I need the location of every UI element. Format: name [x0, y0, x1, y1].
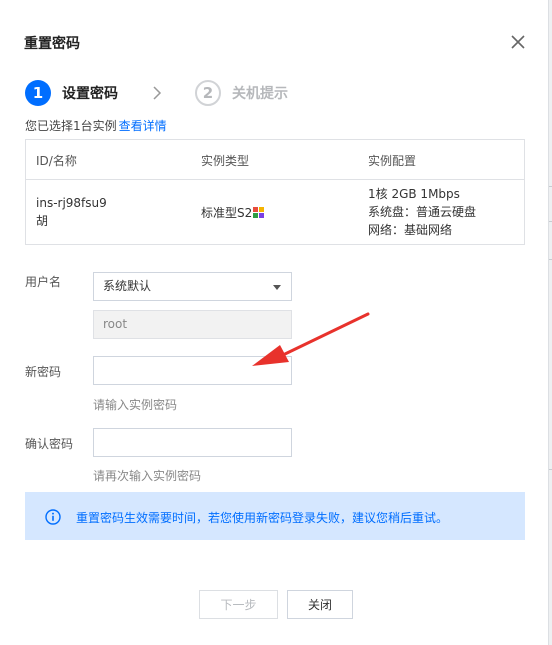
config-disk: 系统盘：普通云硬盘 [368, 205, 477, 219]
username-field: root [93, 310, 292, 339]
instance-table: ID/名称 实例类型 实例配置 ins-rj98fsu9 胡 标准型S2 1核 … [25, 139, 525, 245]
confirm-password-label: 确认密码 [25, 437, 74, 451]
close-button[interactable]: 关闭 [287, 590, 353, 619]
config-network: 网络：基础网络 [368, 223, 453, 237]
username-select[interactable]: 系统默认 [93, 272, 292, 301]
dialog-title: 重置密码 [24, 36, 80, 52]
step-number: 2 [195, 80, 221, 106]
step-label: 设置密码 [62, 86, 118, 102]
username-select-value: 系统默认 [103, 279, 152, 293]
confirm-password-hint: 请再次输入实例密码 [93, 469, 202, 483]
selection-summary: 您已选择1台实例 查看详情 [25, 117, 167, 134]
column-header-config: 实例配置 [368, 154, 417, 168]
instance-type-cell: 标准型S2 [201, 204, 265, 222]
chevron-right-icon [153, 86, 162, 100]
step-number: 1 [25, 80, 51, 106]
new-password-label: 新密码 [25, 365, 62, 379]
instance-type: 标准型S2 [201, 206, 253, 220]
info-notice: 重置密码生效需要时间，若您使用新密码登录失败，建议您稍后重试。 [25, 492, 525, 540]
info-circle-icon [45, 509, 61, 525]
column-header-type: 实例类型 [201, 154, 250, 168]
background-page-edge [548, 0, 552, 645]
caret-down-icon [273, 285, 281, 290]
next-step-button[interactable]: 下一步 [199, 590, 278, 619]
colorful-badge-icon [253, 207, 265, 218]
new-password-hint: 请输入实例密码 [93, 398, 178, 412]
step-set-password: 1 设置密码 [25, 80, 118, 106]
instance-config-cell: 1核 2GB 1Mbps 系统盘：普通云硬盘 网络：基础网络 [368, 185, 476, 239]
column-header-id: ID/名称 [36, 154, 77, 168]
new-password-input[interactable] [93, 356, 292, 385]
selection-text: 您已选择1台实例 [25, 119, 117, 133]
reset-password-dialog: 重置密码 1 设置密码 2 关机提示 您已选择1台实例 查看详情 ID/名称 实例… [0, 0, 548, 645]
config-spec: 1核 2GB 1Mbps [368, 187, 460, 201]
username-label: 用户名 [25, 275, 62, 289]
table-header: ID/名称 实例类型 实例配置 [26, 140, 524, 180]
step-shutdown-notice: 2 关机提示 [195, 80, 288, 106]
instance-id-cell: ins-rj98fsu9 胡 [36, 194, 107, 230]
view-details-link[interactable]: 查看详情 [119, 119, 167, 133]
close-icon[interactable] [509, 33, 527, 51]
notice-text: 重置密码生效需要时间，若您使用新密码登录失败，建议您稍后重试。 [76, 511, 449, 525]
step-label: 关机提示 [232, 86, 288, 102]
instance-name: 胡 [36, 214, 49, 228]
confirm-password-input[interactable] [93, 428, 292, 457]
instance-id: ins-rj98fsu9 [36, 196, 107, 210]
